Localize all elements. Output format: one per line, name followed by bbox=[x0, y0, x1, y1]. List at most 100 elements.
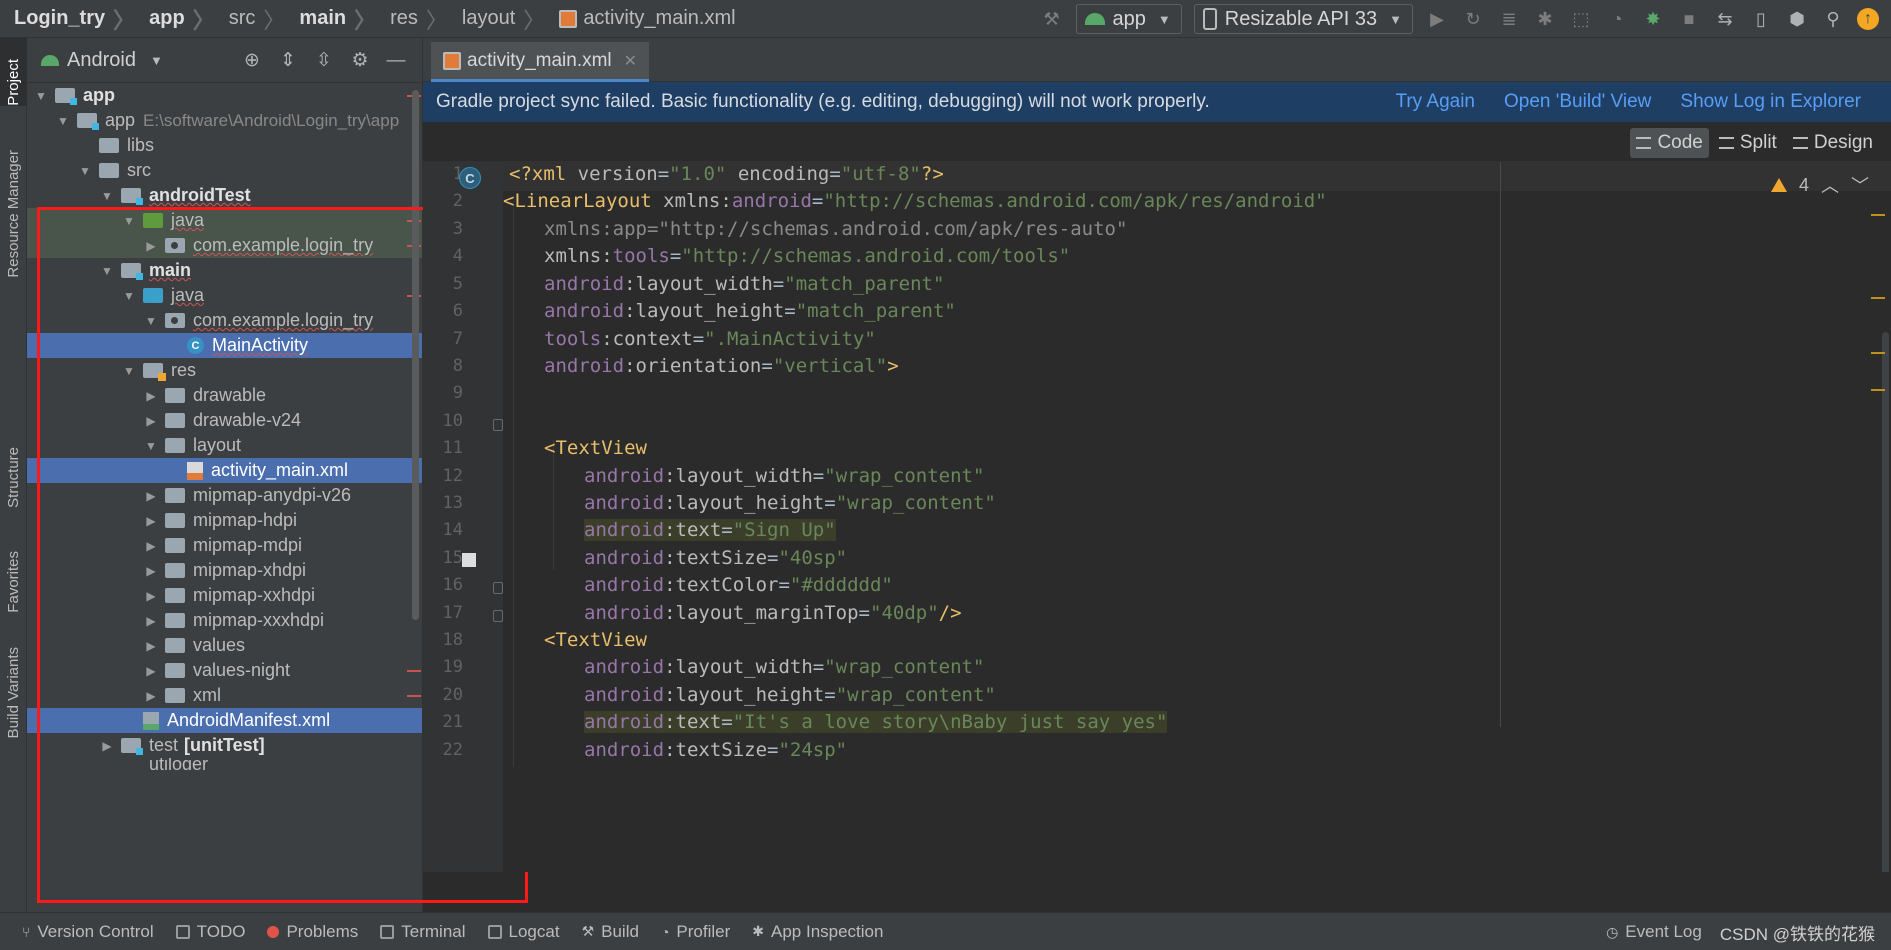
code-token: android bbox=[731, 190, 812, 212]
warning-stripe-mark[interactable] bbox=[1871, 214, 1885, 216]
warning-stripe-mark[interactable] bbox=[1871, 389, 1885, 391]
fold-icon[interactable] bbox=[493, 610, 503, 622]
tree-item[interactable]: ▼ app E:\software\Android\Login_try\app bbox=[27, 108, 422, 133]
chevron-down-icon[interactable]: ▼ bbox=[55, 114, 71, 128]
debug-icon[interactable]: ✱ bbox=[1532, 6, 1558, 32]
locate-icon[interactable]: ⊕ bbox=[241, 50, 263, 72]
todo-tab[interactable]: TODO bbox=[175, 921, 246, 942]
event-log-tab[interactable]: ◷ Event Log bbox=[1606, 922, 1702, 942]
tab-build-variants[interactable]: Build Variants bbox=[0, 628, 27, 738]
code-token: "wrap_content" bbox=[835, 492, 996, 514]
breadcrumb-project[interactable]: Login_try 〉 bbox=[0, 3, 135, 35]
code-mode-button[interactable]: Code bbox=[1630, 128, 1709, 158]
tab-resource-manager[interactable]: Resource Manager bbox=[0, 128, 27, 278]
tab-activity-main[interactable]: activity_main.xml ✕ bbox=[431, 42, 650, 82]
tool-label: TODO bbox=[196, 921, 246, 941]
split-mode-button[interactable]: Split bbox=[1713, 128, 1783, 158]
chevron-down-icon[interactable]: ▼ bbox=[150, 53, 163, 68]
run-configuration-label: app bbox=[1112, 7, 1146, 30]
chevron-up-icon[interactable]: ︿ bbox=[1821, 172, 1839, 198]
tab-project[interactable]: Project bbox=[0, 38, 27, 106]
show-log-link[interactable]: Show Log in Explorer bbox=[1680, 91, 1861, 113]
debug-app-icon[interactable]: ✸ bbox=[1640, 6, 1666, 32]
code-editor[interactable]: <?xml version="1.0" encoding="utf-8"?> <… bbox=[503, 162, 1891, 872]
chevron-down-icon[interactable]: ▼ bbox=[33, 89, 49, 103]
terminal-tab[interactable]: Terminal bbox=[380, 922, 466, 942]
warning-stripe-mark[interactable] bbox=[1871, 297, 1885, 299]
warning-icon bbox=[1770, 178, 1787, 192]
app-inspection-tab[interactable]: ✱ App Inspection bbox=[752, 922, 883, 942]
breadcrumb-main[interactable]: main 〉 bbox=[285, 3, 376, 35]
breadcrumb-separator: 〉 bbox=[354, 7, 377, 33]
code-token: = bbox=[669, 245, 682, 267]
sdk-manager-icon[interactable]: ⬢ bbox=[1784, 6, 1810, 32]
gear-icon[interactable]: ⚙ bbox=[349, 50, 371, 72]
tree-item-label: app bbox=[105, 110, 136, 130]
breadcrumb-src[interactable]: src 〉 bbox=[215, 3, 286, 35]
breadcrumb-file[interactable]: activity_main.xml bbox=[545, 7, 736, 30]
code-token: android bbox=[584, 684, 665, 706]
code-token: "match_parent" bbox=[784, 273, 945, 295]
inspection-widget[interactable]: 4 ︿ ﹀ bbox=[1770, 172, 1869, 198]
device-select[interactable]: Resizable API 33 ▼ bbox=[1193, 4, 1413, 34]
close-icon[interactable]: ✕ bbox=[624, 51, 637, 71]
tab-favorites[interactable]: Favorites bbox=[0, 523, 27, 613]
problems-tab[interactable]: Problems bbox=[267, 922, 358, 942]
apply-code-changes-icon[interactable]: ≣ bbox=[1496, 6, 1522, 32]
tree-item[interactable]: ▼ androidTest bbox=[27, 183, 422, 208]
mode-label: Split bbox=[1739, 132, 1777, 153]
code-token: <LinearLayout bbox=[503, 190, 652, 212]
code-line: android:orientation="vertical"> bbox=[544, 350, 899, 383]
breadcrumb-res[interactable]: res 〉 bbox=[376, 3, 448, 35]
logcat-tab[interactable]: Logcat bbox=[487, 922, 560, 942]
breadcrumb-label: main bbox=[299, 7, 347, 29]
tab-structure[interactable]: Structure bbox=[0, 418, 27, 508]
tree-item[interactable]: ▼ src bbox=[27, 158, 422, 183]
fold-icon[interactable] bbox=[493, 582, 503, 594]
warning-stripe-mark[interactable] bbox=[1871, 352, 1885, 354]
fold-icon[interactable] bbox=[493, 419, 503, 431]
chevron-down-icon[interactable]: ▼ bbox=[99, 189, 115, 203]
attach-debugger-icon[interactable]: ⬚ bbox=[1568, 6, 1594, 32]
code-token: "http://schemas.android.com/apk/res/andr… bbox=[823, 190, 1327, 212]
search-icon[interactable]: ⚲ bbox=[1820, 6, 1846, 32]
apply-changes-icon[interactable]: ↻ bbox=[1460, 6, 1486, 32]
breadcrumb-label: res bbox=[390, 7, 418, 29]
version-control-tab[interactable]: ⑂ Version Control bbox=[22, 922, 154, 942]
sync-gradle-icon[interactable]: ⇆ bbox=[1712, 6, 1738, 32]
class-gutter-icon[interactable]: C bbox=[459, 167, 481, 189]
device-manager-icon[interactable]: ▯ bbox=[1748, 6, 1774, 32]
code-token: = bbox=[829, 163, 841, 185]
build-tab[interactable]: ⚒ Build bbox=[582, 922, 639, 942]
code-token: android bbox=[584, 602, 665, 624]
try-again-link[interactable]: Try Again bbox=[1395, 91, 1475, 113]
design-mode-button[interactable]: Design bbox=[1787, 128, 1879, 158]
code-token: "vertical" bbox=[772, 355, 888, 377]
run-icon[interactable]: ▶ bbox=[1424, 6, 1450, 32]
hide-icon[interactable]: — bbox=[385, 50, 407, 72]
update-icon[interactable]: ↑ bbox=[1857, 8, 1879, 30]
open-build-view-link[interactable]: Open 'Build' View bbox=[1504, 91, 1651, 113]
tree-item[interactable]: ▼ app bbox=[27, 83, 422, 108]
chevron-down-icon[interactable]: ﹀ bbox=[1851, 172, 1869, 198]
profile-icon[interactable]: ◔ bbox=[1604, 6, 1630, 32]
navigation-bar: Login_try 〉 app 〉 src 〉 main 〉 res 〉 layout 〉 … bbox=[0, 0, 1891, 38]
code-token: = bbox=[824, 684, 836, 706]
editor-scrollbar[interactable] bbox=[1882, 332, 1889, 872]
color-swatch-icon[interactable] bbox=[462, 553, 476, 567]
warning-count: 4 bbox=[1798, 174, 1809, 195]
run-configuration-select[interactable]: app ▼ bbox=[1075, 4, 1182, 34]
tree-item[interactable]: ▼ libs bbox=[27, 133, 422, 158]
code-token: android bbox=[544, 273, 625, 295]
stop-icon[interactable]: ■ bbox=[1676, 6, 1702, 32]
breadcrumb-layout[interactable]: layout 〉 bbox=[448, 3, 545, 35]
chevron-down-icon[interactable]: ▼ bbox=[77, 164, 93, 178]
hammer-icon[interactable]: ⚒ bbox=[1039, 6, 1065, 32]
breadcrumb-module[interactable]: app 〉 bbox=[135, 3, 215, 35]
project-view-select[interactable]: Android bbox=[67, 49, 136, 72]
profiler-tab[interactable]: ◔ Profiler bbox=[661, 922, 730, 942]
collapse-all-icon[interactable]: ⇳ bbox=[313, 50, 335, 72]
expand-all-icon[interactable]: ⇕ bbox=[277, 50, 299, 72]
breadcrumb-label: activity_main.xml bbox=[583, 7, 736, 29]
